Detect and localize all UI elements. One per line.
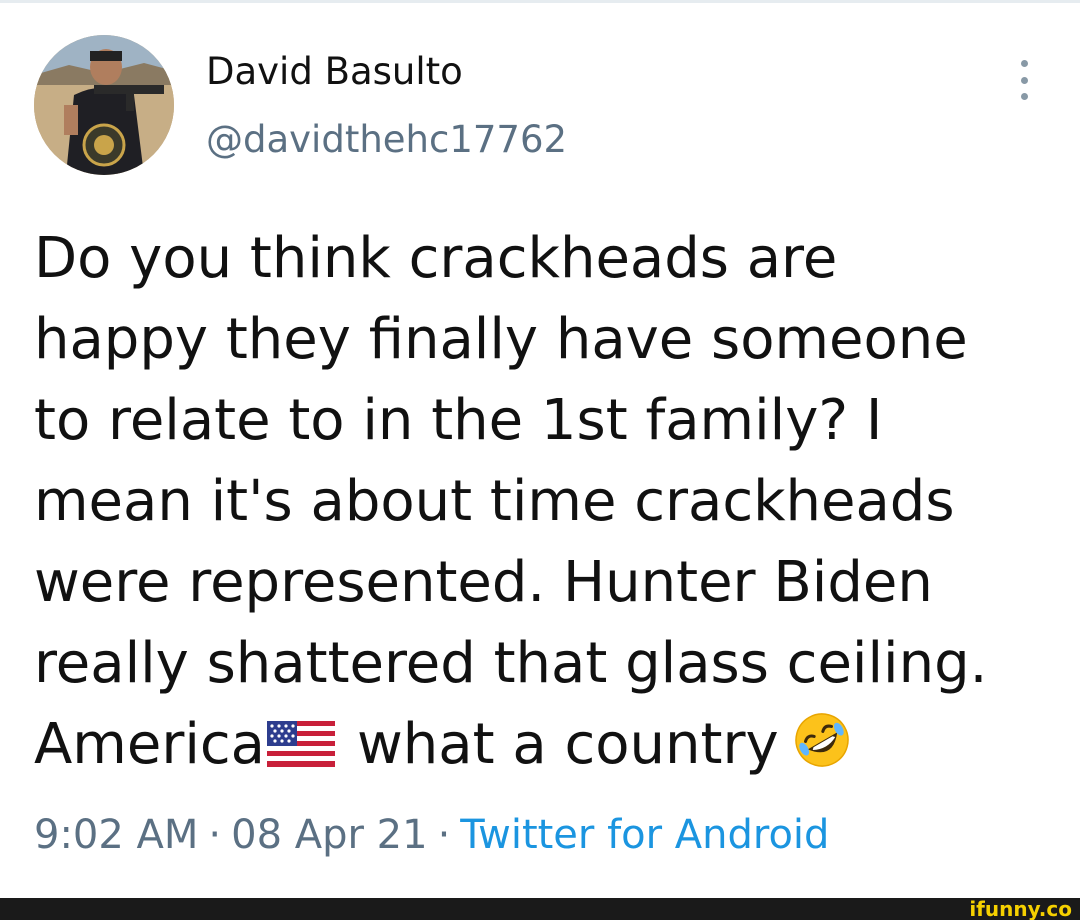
ifunny-watermark: ifunny.co <box>969 897 1072 920</box>
tweet-line: mean it's about time crackheads <box>34 469 955 534</box>
tweet-word-america: America <box>34 712 265 777</box>
tweet-screenshot: David Basulto @davidthehc17762 Do you th… <box>0 0 1080 920</box>
more-options-dot <box>1020 76 1028 84</box>
tweet-body: Do you think crackheads are happy they f… <box>34 218 1054 785</box>
more-options-icon <box>1020 60 1028 67</box>
footer-bar <box>0 898 1080 920</box>
meta-separator: · <box>208 812 222 858</box>
tweet-meta: 9:02 AM · 08 Apr 21 · Twitter for Android <box>34 812 829 858</box>
tweet-phrase: what a country <box>357 712 779 777</box>
tweet-line: happy they finally have someone <box>34 307 968 372</box>
tweet-line: Do you think crackheads are <box>34 226 838 291</box>
tweet-line: really shattered that glass ceiling. <box>34 631 988 696</box>
meta-separator: · <box>437 812 451 858</box>
tweet-line-last: America what a country <box>34 704 1054 785</box>
avatar[interactable] <box>34 35 174 175</box>
avatar-photo <box>34 35 174 175</box>
top-divider <box>0 0 1080 3</box>
more-options-dot <box>1020 93 1028 100</box>
tweet-line: were represented. Hunter Biden <box>34 550 933 615</box>
tweet-source-link[interactable]: Twitter for Android <box>460 812 829 858</box>
tweet-date[interactable]: 08 Apr 21 <box>231 812 427 858</box>
tweet-time[interactable]: 9:02 AM <box>34 812 198 858</box>
display-name[interactable]: David Basulto <box>206 50 463 93</box>
more-options-button[interactable] <box>1010 60 1038 100</box>
us-flag-icon <box>267 721 335 767</box>
user-handle[interactable]: @davidthehc17762 <box>206 118 567 161</box>
rolling-on-floor-laughing-icon <box>794 713 849 767</box>
tweet-line: to relate to in the 1st family? I <box>34 388 883 453</box>
